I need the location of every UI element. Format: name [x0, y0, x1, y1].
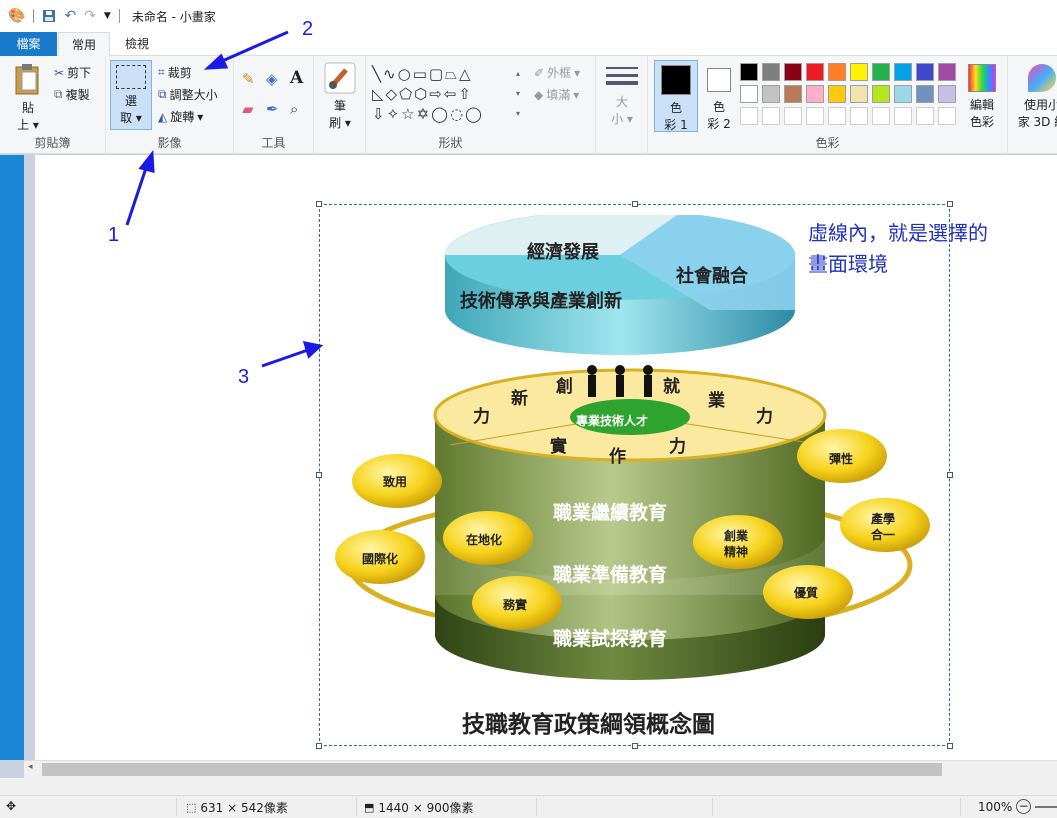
separator	[536, 798, 537, 816]
zoom-control: 100% −	[978, 799, 1057, 814]
scrollbar-thumb[interactable]	[42, 763, 942, 776]
selection-size-icon: ⬚	[186, 801, 197, 814]
zoom-slider[interactable]	[1035, 805, 1057, 808]
scroll-left-icon[interactable]: ◂	[28, 762, 33, 772]
annotation-number-2: 2	[302, 18, 314, 40]
cursor-position: ✥	[6, 799, 16, 813]
separator	[712, 798, 713, 816]
selection-size-value: 631 × 542像素	[200, 801, 288, 815]
separator	[960, 798, 961, 816]
lower-strip	[0, 778, 1057, 795]
selection-size: ⬚ 631 × 542像素	[186, 799, 288, 816]
annotation-note-line-1: 虛線內，就是選擇的	[808, 221, 988, 245]
annotation-arrows	[125, 30, 324, 368]
separator	[176, 798, 177, 816]
canvas-size-value: 1440 × 900像素	[378, 801, 474, 815]
move-cursor-icon: ✥	[6, 799, 17, 813]
canvas-size: ⬒ 1440 × 900像素	[364, 799, 474, 816]
annotation-note: 虛線內，就是選擇的 畫面環境	[808, 218, 988, 280]
zoom-level: 100%	[978, 799, 1013, 814]
annotation-note-line-2: 畫面環境	[808, 252, 888, 276]
canvas-size-icon: ⬒	[364, 801, 375, 814]
separator	[356, 798, 357, 816]
status-bar: ✥ ⬚ 631 × 542像素 ⬒ 1440 × 900像素 100% −	[0, 795, 1057, 818]
zoom-out-icon[interactable]: −	[1016, 799, 1032, 814]
annotation-number-1: 1	[108, 224, 120, 246]
horizontal-scrollbar[interactable]: ◂	[24, 760, 1057, 778]
annotation-number-3: 3	[238, 366, 250, 388]
